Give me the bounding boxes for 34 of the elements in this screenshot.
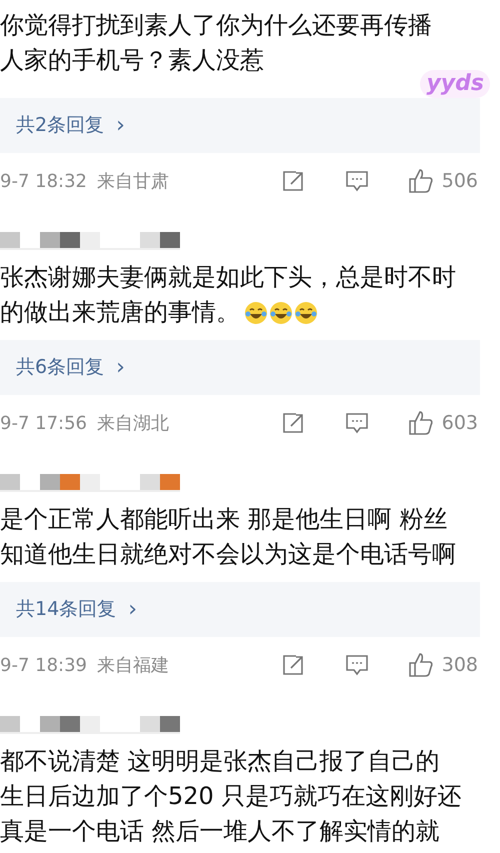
laughing-tears-icon <box>244 300 268 324</box>
comment-icon[interactable] <box>344 411 369 435</box>
thumbs-up-icon[interactable] <box>408 168 434 194</box>
like-count: 603 <box>442 410 478 436</box>
comment-text: 的做出来荒唐的事情。 <box>0 297 240 328</box>
laughing-tears-icon <box>269 300 293 324</box>
share-icon[interactable] <box>282 170 306 192</box>
comment-text: 人家的手机号？素人没惹 <box>0 45 264 76</box>
replies-link[interactable]: 共6条回复 › <box>0 340 480 395</box>
laughing-tears-icon <box>294 300 318 324</box>
like-count: 308 <box>442 652 478 678</box>
comment-icon[interactable] <box>344 169 369 193</box>
comment-text: 张杰谢娜夫妻俩就是如此下头，总是时不时 <box>0 262 456 293</box>
comment-time: 9-7 18:39 <box>0 654 87 678</box>
comment-time: 9-7 18:32 <box>0 170 87 194</box>
comment-text: 知道他生日就绝对不会以为这是个电话号啊 <box>0 539 456 570</box>
replies-link[interactable]: 共2条回复 › <box>0 98 480 153</box>
share-icon[interactable] <box>282 412 306 434</box>
comment-text: 是个正常人都能听出来 那是他生日啊 粉丝 <box>0 504 448 535</box>
comment-icon[interactable] <box>344 653 369 677</box>
comment-text: 都不说清楚 这明明是张杰自己报了自己的 <box>0 746 440 777</box>
comment-location: 来自福建 <box>97 654 169 678</box>
thumbs-up-icon[interactable] <box>408 410 434 436</box>
share-icon[interactable] <box>282 654 306 676</box>
comment-text: 你觉得打扰到素人了你为什么还要再传播 <box>0 10 432 41</box>
comment-text: 生日后边加了个520 只是巧就巧在这刚好还 <box>0 781 462 812</box>
replies-link[interactable]: 共14条回复 › <box>0 582 480 637</box>
comment-location: 来自甘肃 <box>97 170 169 194</box>
sticker: yyds <box>420 70 490 98</box>
comment-location: 来自湖北 <box>97 412 169 436</box>
comment-time: 9-7 17:56 <box>0 412 87 436</box>
comment-text: 真是一个电话 然后一堆人不了解实情的就 <box>0 816 440 847</box>
like-count: 506 <box>442 168 478 194</box>
thumbs-up-icon[interactable] <box>408 652 434 678</box>
